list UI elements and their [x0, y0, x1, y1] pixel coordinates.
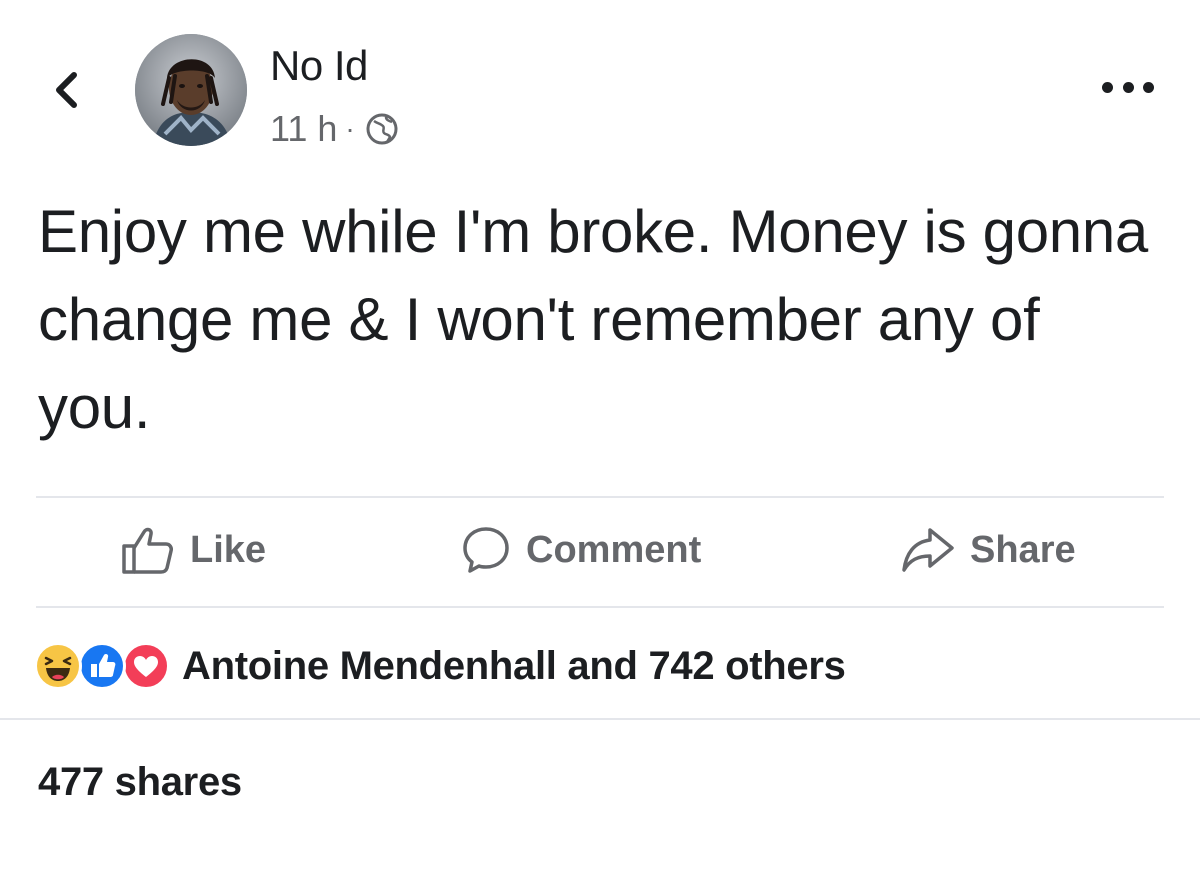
avatar[interactable]: [135, 34, 247, 146]
more-options-icon-dot: [1102, 81, 1113, 93]
haha-reaction-icon: [34, 642, 82, 690]
back-button[interactable]: [46, 66, 86, 114]
timestamp[interactable]: 11 h: [270, 108, 337, 150]
globe-icon: [366, 113, 398, 145]
reactions-summary[interactable]: Antoine Mendenhall and 742 others: [34, 636, 846, 696]
comment-label: Comment: [526, 528, 702, 571]
like-button[interactable]: Like: [120, 522, 266, 578]
reactions-text: Antoine Mendenhall and 742 others: [182, 643, 846, 688]
love-reaction-icon: [122, 642, 170, 690]
post-meta: 11 h ·: [270, 108, 399, 150]
divider: [0, 718, 1200, 720]
post-text: Enjoy me while I'm broke. Money is gonna…: [38, 198, 1148, 441]
more-options-button[interactable]: [1102, 72, 1154, 102]
divider: [36, 606, 1164, 608]
share-label: Share: [970, 528, 1076, 571]
reaction-icons: [34, 636, 174, 696]
action-bar: Like Comment Share: [36, 498, 1164, 606]
share-button[interactable]: Share: [900, 522, 1076, 578]
comment-bubble-icon: [463, 527, 509, 573]
more-options-icon-dot: [1122, 81, 1134, 93]
thumbs-up-icon: [122, 527, 173, 574]
meta-separator: ·: [345, 113, 355, 144]
author-name[interactable]: No Id: [270, 42, 368, 90]
chevron-left-icon: [56, 72, 77, 108]
comment-button[interactable]: Comment: [460, 522, 701, 578]
more-options-icon-dot: [1143, 81, 1154, 93]
profile-photo: [135, 34, 247, 146]
like-reaction-icon: [78, 642, 126, 690]
shares-count[interactable]: 477 shares: [38, 760, 242, 805]
share-arrow-icon: [902, 528, 954, 572]
like-label: Like: [190, 528, 267, 571]
